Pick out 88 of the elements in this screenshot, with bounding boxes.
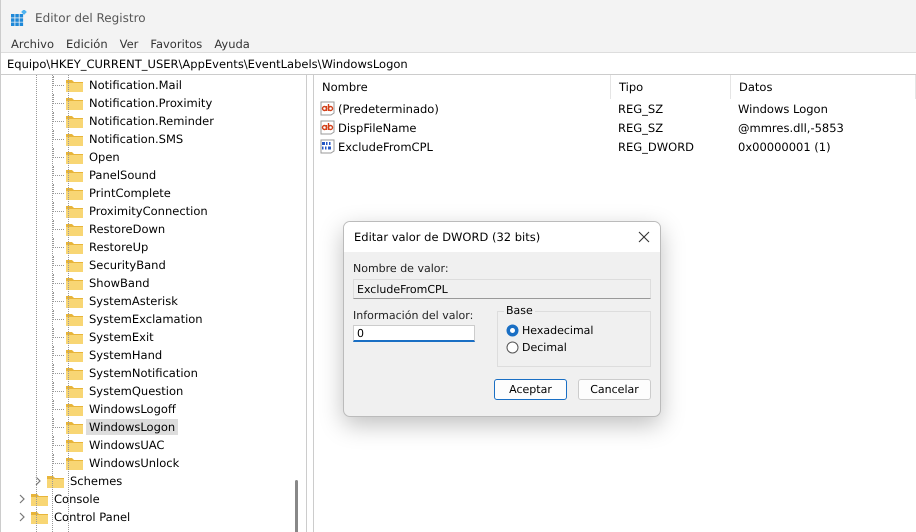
dialog-button[interactable]: Cancelar — [578, 379, 651, 400]
folder-icon — [31, 510, 48, 524]
folder-icon — [66, 78, 83, 92]
group-label: Base — [504, 304, 535, 317]
address-bar[interactable]: Equipo\HKEY_CURRENT_USER\AppEvents\EventLabels\WindowsLogon — [1, 52, 916, 75]
tree-item[interactable]: PrintComplete — [86, 185, 174, 201]
close-icon[interactable] — [638, 231, 650, 243]
folder-icon — [66, 150, 83, 164]
tree-item[interactable]: SystemExit — [86, 329, 157, 345]
value-data: Windows Logon — [737, 102, 829, 116]
tree-item[interactable]: Notification.Mail — [86, 77, 185, 93]
tree-item[interactable]: SystemHand — [86, 347, 166, 363]
tree-item[interactable]: RestoreUp — [86, 239, 152, 255]
folder-icon — [66, 384, 83, 398]
column-header[interactable]: Nombre — [314, 75, 611, 99]
registry-app-icon — [11, 10, 27, 26]
scrollbar-thumb[interactable] — [295, 480, 298, 532]
tree-item[interactable]: ProximityConnection — [86, 203, 211, 219]
folder-icon — [66, 420, 83, 434]
tree-item[interactable]: SystemNotification — [86, 365, 201, 381]
folder-icon — [66, 366, 83, 380]
value-data: @mmres.dll,-5853 — [737, 120, 845, 134]
dialog-button[interactable]: Aceptar — [494, 379, 567, 400]
tree-item[interactable]: Notification.Proximity — [86, 95, 216, 111]
tree-item[interactable]: WindowsLogon — [86, 419, 178, 435]
tree-item[interactable]: SecurityBand — [86, 257, 169, 273]
menu-item[interactable]: Favoritos — [144, 37, 208, 51]
tree-item[interactable]: RestoreDown — [86, 221, 168, 237]
folder-icon — [66, 312, 83, 326]
folder-icon — [31, 492, 48, 506]
menu-item[interactable]: Archivo — [5, 37, 60, 51]
folder-icon — [66, 294, 83, 308]
value-type: REG_DWORD — [617, 140, 696, 154]
tree-item[interactable]: Console — [51, 491, 103, 507]
tree-item[interactable]: SystemAsterisk — [86, 293, 181, 309]
field-label: Nombre de valor: — [353, 262, 450, 275]
expand-chevron-icon[interactable] — [33, 476, 43, 486]
column-header[interactable]: Datos — [731, 75, 916, 99]
folder-icon — [66, 132, 83, 146]
tree-item[interactable]: Control Panel — [51, 509, 134, 525]
value-name-field: ExcludeFromCPL — [353, 279, 651, 299]
tree-item[interactable]: ShowBand — [86, 275, 153, 291]
tree-item[interactable]: Open — [86, 149, 123, 165]
folder-icon — [66, 222, 83, 236]
tree-item[interactable]: WindowsLogoff — [86, 401, 179, 417]
folder-icon — [66, 96, 83, 110]
tree-item[interactable]: WindowsUnlock — [86, 455, 182, 471]
folder-icon — [66, 456, 83, 470]
window-title: Editor del Registro — [35, 11, 146, 25]
tree-item[interactable]: Schemes — [67, 473, 126, 489]
radio-option[interactable]: Decimal — [506, 341, 642, 354]
folder-icon — [66, 204, 83, 218]
folder-icon — [66, 186, 83, 200]
folder-icon — [66, 330, 83, 344]
binary-value-icon — [320, 139, 335, 154]
folder-icon — [66, 258, 83, 272]
folder-icon — [66, 168, 83, 182]
folder-icon — [66, 276, 83, 290]
value-type: REG_SZ — [617, 102, 664, 116]
folder-icon — [66, 402, 83, 416]
field-label: Información del valor: — [353, 309, 474, 322]
string-value-icon — [320, 101, 335, 116]
folder-icon — [66, 114, 83, 128]
menu-item[interactable]: Ayuda — [208, 37, 256, 51]
value-type: REG_SZ — [617, 120, 664, 134]
value-name: (Predeterminado) — [338, 102, 439, 116]
tree-item[interactable]: WindowsUAC — [86, 437, 168, 453]
folder-icon — [66, 348, 83, 362]
folder-icon — [47, 474, 64, 488]
value-name: ExcludeFromCPL — [338, 140, 433, 154]
tree-item[interactable]: Notification.Reminder — [86, 113, 217, 129]
tree-item[interactable]: PanelSound — [86, 167, 160, 183]
tree-item[interactable]: SystemExclamation — [86, 311, 206, 327]
value-name: DispFileName — [338, 120, 417, 134]
tree-item[interactable]: SystemQuestion — [86, 383, 186, 399]
expand-chevron-icon[interactable] — [17, 512, 27, 522]
value-data-field[interactable]: 0 — [353, 325, 475, 342]
tree-item[interactable]: Notification.SMS — [86, 131, 186, 147]
menu-item[interactable]: Edición — [60, 37, 114, 51]
radio-option[interactable]: Hexadecimal — [506, 324, 642, 337]
folder-icon — [66, 438, 83, 452]
column-header[interactable]: Tipo — [611, 75, 731, 99]
menu-item[interactable]: Ver — [114, 37, 144, 51]
string-value-icon — [320, 120, 335, 135]
folder-icon — [66, 240, 83, 254]
dialog-title: Editar valor de DWORD (32 bits) — [354, 230, 540, 244]
value-data: 0x00000001 (1) — [737, 140, 832, 154]
expand-chevron-icon[interactable] — [17, 494, 27, 504]
